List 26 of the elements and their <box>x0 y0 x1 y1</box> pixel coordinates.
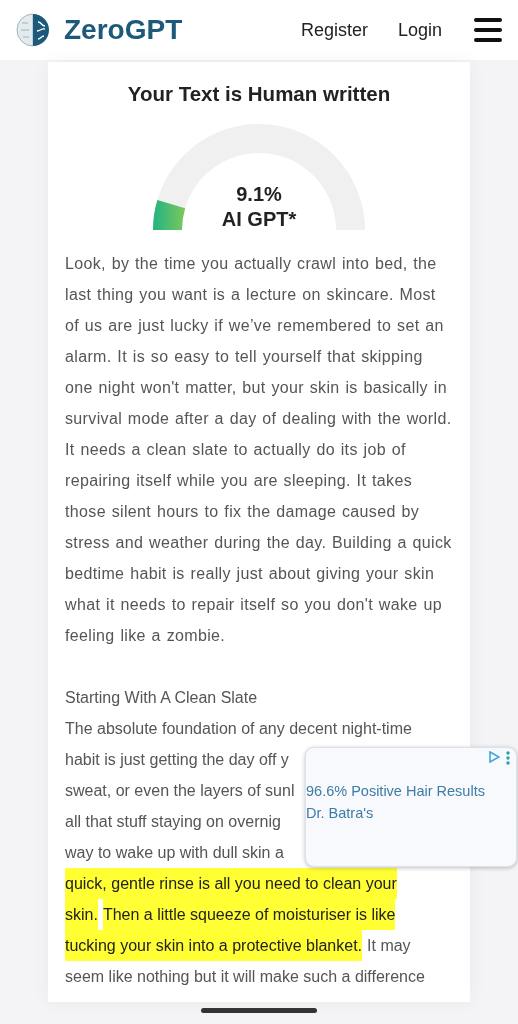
highlighted-text: quick, gentle rinse is all you need to clean your <box>65 868 397 899</box>
text-line: way to wake up with dull skin a <box>65 843 284 863</box>
text-line: sweat, or even the layers of sunl <box>65 781 295 801</box>
section-heading: Starting With A Clean Slate <box>65 688 259 708</box>
text-line: It may <box>367 936 411 956</box>
text-line: habit is just getting the day off y <box>65 750 289 770</box>
nav-link[interactable]: Register <box>300 19 368 41</box>
gauge-caption: AI GPT* <box>221 207 297 232</box>
text-line: seem like nothing but it will make such a difference <box>65 967 425 987</box>
ai-percentage: 9.1% <box>236 182 282 207</box>
body-paragraph: Look, by the time you actually crawl into bed, the last thing you want is a lecture on skincare. Most of us are just lucky if we’ve remembered to set an alarm. It is so easy to tell yourself that skipping one night won't matter, but your skin is basically in survival mode after a day of dealing with the world. It needs a clean slate to actually do its job of repairing itself while you are sleeping. It takes those silent hours to fix the damage caused by stress and weather during the day. Building a quick bedtime habit is really just about giving your skin what it needs to repair itself so you don't wake up feeling like a zombie. <box>65 254 453 646</box>
text-line: all that stuff staying on overnig <box>65 812 281 832</box>
text-line: The absolute foundation of any decent night-time <box>65 719 412 739</box>
site-logo[interactable]: ZeroGPT <box>64 14 183 46</box>
highlighted-text: Then a little squeeze of moisturiser is like <box>102 899 396 930</box>
ad-text[interactable]: Dr. Batra's <box>306 802 374 824</box>
more-options-icon[interactable] <box>506 751 510 765</box>
play-icon[interactable] <box>488 751 500 763</box>
result-title: Your Text is Human written <box>126 82 392 106</box>
nav-link[interactable]: Login <box>397 19 442 41</box>
ad-text[interactable]: 96.6% Positive Hair Results <box>306 780 485 802</box>
brain-icon <box>16 13 50 47</box>
menu-icon[interactable] <box>474 18 502 42</box>
highlighted-text: skin. <box>65 899 98 930</box>
gauge-fill <box>153 200 186 230</box>
highlighted-text: tucking your skin into a protective blanket. <box>65 930 363 961</box>
